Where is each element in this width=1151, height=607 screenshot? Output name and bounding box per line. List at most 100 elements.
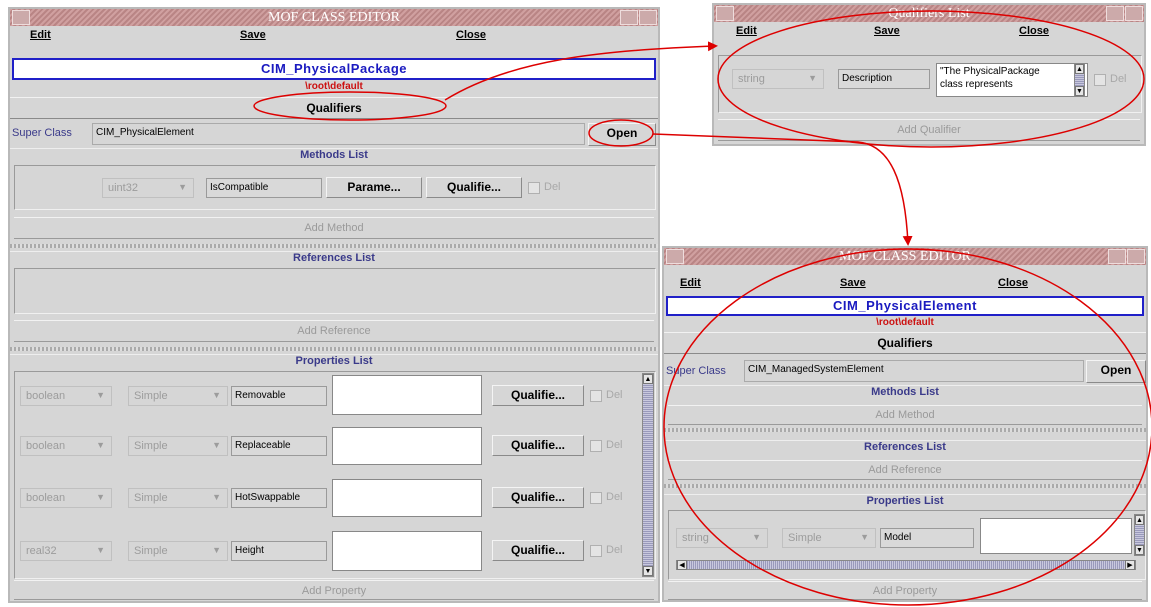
property-kind-select[interactable]: Simple ▼ [128,541,228,561]
menu-save[interactable]: Save [240,29,266,41]
method-name-field[interactable]: IsCompatible [206,178,322,198]
property-type-select[interactable]: boolean ▼ [20,488,112,508]
property-name-field[interactable]: HotSwappable [231,488,327,508]
property-delete-checkbox[interactable] [590,545,602,557]
method-delete-checkbox[interactable] [528,182,540,194]
property-kind-select[interactable]: Simple ▼ [782,528,876,548]
super-class-field[interactable]: CIM_PhysicalElement [92,123,585,145]
menu-close[interactable]: Close [998,277,1028,289]
section-divider[interactable] [10,347,658,351]
section-divider[interactable] [10,244,658,248]
references-list-box [14,268,656,314]
property-delete-checkbox[interactable] [590,440,602,452]
property-qualifiers-button[interactable]: Qualifie... [492,385,584,406]
qualifier-value-area[interactable]: "The PhysicalPackage class represents [936,63,1088,97]
qualifier-value-scrollbar[interactable]: ▲ ▼ [1074,63,1085,97]
property-value-field[interactable] [332,427,482,465]
maximize-icon[interactable] [639,10,657,25]
property-type-select[interactable]: boolean ▼ [20,436,112,456]
property-qualifiers-button[interactable]: Qualifie... [492,487,584,508]
maximize-icon[interactable] [1127,249,1145,264]
maximize-icon[interactable] [1125,6,1143,21]
property-qualifiers-button[interactable]: Qualifie... [492,435,584,456]
chevron-down-icon: ▼ [860,532,869,542]
property-type-select[interactable]: real32 ▼ [20,541,112,561]
property-type-value: boolean [26,492,66,504]
property-name-field[interactable]: Height [231,541,327,561]
scroll-down-icon[interactable]: ▼ [1075,86,1084,96]
menu-close[interactable]: Close [456,29,486,41]
main-title-bar[interactable]: MOF CLASS EDITOR [10,9,658,26]
qualifier-type-select[interactable]: string ▼ [732,69,824,89]
section-divider[interactable] [664,428,1146,432]
methods-list-title: Methods List [10,148,658,164]
property-name-field[interactable]: Removable [231,386,327,406]
qualifier-type-value: string [738,73,765,85]
method-return-type-select[interactable]: uint32 ▼ [102,178,194,198]
property-delete-checkbox[interactable] [590,492,602,504]
minimize-icon[interactable] [1106,6,1124,21]
qualifiers-button[interactable]: Qualifiers [10,97,658,119]
scroll-right-icon[interactable]: ▶ [1125,560,1135,570]
window-menu-icon[interactable] [716,6,734,21]
chevron-down-icon: ▼ [212,492,221,502]
window-menu-icon[interactable] [666,249,684,264]
add-property-button[interactable]: Add Property [14,580,654,600]
properties-scrollbar[interactable]: ▲ ▼ [642,373,654,577]
menu-edit[interactable]: Edit [736,25,757,37]
scroll-up-icon[interactable]: ▲ [1075,64,1084,74]
menu-edit[interactable]: Edit [680,277,701,289]
property-kind-select[interactable]: Simple ▼ [128,488,228,508]
qualifiers-title-bar[interactable]: Qualifiers List [714,5,1144,22]
super-class-field[interactable]: CIM_ManagedSystemElement [744,360,1084,382]
property-name-field[interactable]: Model [880,528,974,548]
class-name-field[interactable]: CIM_PhysicalPackage [12,58,656,80]
menu-edit[interactable]: Edit [30,29,51,41]
scroll-up-icon[interactable]: ▲ [1135,515,1144,525]
scroll-up-icon[interactable]: ▲ [643,374,653,384]
superclass-title-bar[interactable]: MOF CLASS EDITOR [664,248,1146,265]
minimize-icon[interactable] [1108,249,1126,264]
method-qualifiers-button[interactable]: Qualifie... [426,177,522,198]
scroll-down-icon[interactable]: ▼ [643,566,653,576]
menu-close[interactable]: Close [1019,25,1049,37]
qualifier-delete-checkbox[interactable] [1094,74,1106,86]
qualifier-delete-label: Del [1110,73,1127,85]
scroll-down-icon[interactable]: ▼ [1135,545,1144,555]
method-parameters-button[interactable]: Parame... [326,177,422,198]
property-name-field[interactable]: Replaceable [231,436,327,456]
property-type-select[interactable]: string ▼ [676,528,768,548]
qualifier-name-field[interactable]: Description [838,69,930,89]
open-superclass-button[interactable]: Open [1086,360,1146,383]
minimize-icon[interactable] [620,10,638,25]
references-list-title: References List [664,440,1146,455]
open-superclass-button[interactable]: Open [588,123,656,146]
section-divider[interactable] [664,484,1146,488]
add-method-button[interactable]: Add Method [14,217,654,239]
properties-horizontal-scrollbar[interactable]: ◀ ▶ [676,560,1136,570]
property-delete-checkbox[interactable] [590,390,602,402]
qualifiers-button[interactable]: Qualifiers [664,332,1146,354]
property-value-field[interactable] [332,531,482,571]
add-property-button[interactable]: Add Property [668,581,1142,600]
property-kind-select[interactable]: Simple ▼ [128,436,228,456]
scroll-left-icon[interactable]: ◀ [677,560,687,570]
property-value-field[interactable] [980,518,1132,554]
add-method-button[interactable]: Add Method [668,405,1142,425]
add-reference-button[interactable]: Add Reference [668,460,1142,480]
window-menu-icon[interactable] [12,10,30,25]
add-qualifier-button[interactable]: Add Qualifier [718,119,1140,141]
add-reference-button[interactable]: Add Reference [14,320,654,342]
chevron-down-icon: ▼ [96,440,105,450]
property-type-select[interactable]: boolean ▼ [20,386,112,406]
property-kind-select[interactable]: Simple ▼ [128,386,228,406]
chevron-down-icon: ▼ [96,390,105,400]
properties-scrollbar[interactable]: ▲ ▼ [1134,514,1145,556]
references-list-title: References List [10,251,658,267]
property-value-field[interactable] [332,375,482,415]
menu-save[interactable]: Save [840,277,866,289]
class-name-field[interactable]: CIM_PhysicalElement [666,296,1144,316]
property-qualifiers-button[interactable]: Qualifie... [492,540,584,561]
menu-save[interactable]: Save [874,25,900,37]
property-value-field[interactable] [332,479,482,517]
